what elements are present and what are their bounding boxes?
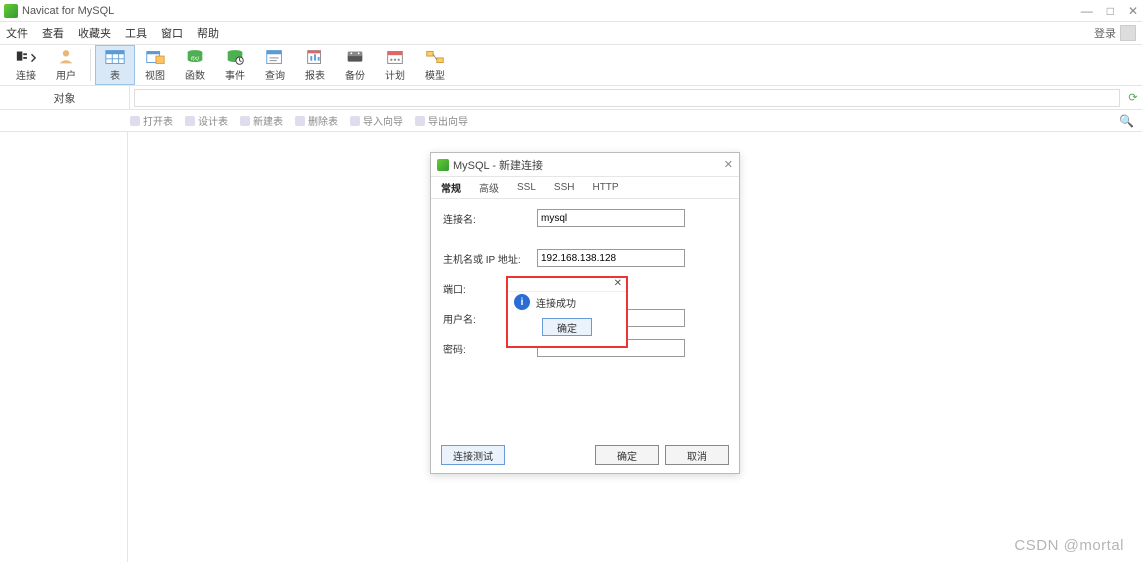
object-bar: 对象 ⟳	[0, 86, 1142, 110]
toolbar-schedule[interactable]: 计划	[375, 45, 415, 85]
toolbar-function[interactable]: f(x) 函数	[175, 45, 215, 85]
dialog-footer: 连接测试 确定 取消	[431, 443, 739, 467]
test-connection-button[interactable]: 连接测试	[441, 445, 505, 465]
menu-view[interactable]: 查看	[42, 25, 64, 41]
table-icon	[104, 48, 126, 66]
schedule-icon	[384, 48, 406, 66]
toolbar-query[interactable]: 查询	[255, 45, 295, 85]
query-icon	[264, 48, 286, 66]
event-icon	[224, 48, 246, 66]
menu-window[interactable]: 窗口	[161, 25, 183, 41]
plug-icon	[15, 48, 37, 66]
search-icon[interactable]: 🔍	[1119, 114, 1134, 128]
message-ok-button[interactable]: 确定	[542, 318, 592, 336]
refresh-icon[interactable]: ⟳	[1124, 91, 1142, 104]
info-icon: i	[514, 294, 530, 310]
tab-advanced[interactable]: 高级	[475, 178, 503, 197]
toolbar-model[interactable]: 模型	[415, 45, 455, 85]
dialog-title: MySQL - 新建连接	[453, 157, 724, 173]
window-close-button[interactable]: ✕	[1128, 4, 1138, 18]
object-tab[interactable]: 对象	[0, 86, 130, 109]
toolbar-event[interactable]: 事件	[215, 45, 255, 85]
tab-http[interactable]: HTTP	[588, 180, 622, 195]
toolbar-separator	[90, 49, 91, 81]
avatar-icon	[1120, 25, 1136, 41]
menu-file[interactable]: 文件	[6, 25, 28, 41]
menu-help[interactable]: 帮助	[197, 25, 219, 41]
model-icon	[424, 48, 446, 66]
connection-tree[interactable]	[0, 132, 128, 562]
tab-ssl[interactable]: SSL	[513, 180, 540, 195]
login-button[interactable]: 登录	[1094, 25, 1136, 41]
dialog-close-button[interactable]: ✕	[724, 158, 733, 171]
report-icon	[304, 48, 326, 66]
backup-icon	[344, 48, 366, 66]
action-open-table[interactable]: 打开表	[130, 113, 173, 128]
svg-text:f(x): f(x)	[191, 56, 199, 62]
user-icon	[55, 48, 77, 66]
action-export-wizard[interactable]: 导出向导	[415, 113, 468, 128]
action-import-wizard[interactable]: 导入向导	[350, 113, 403, 128]
menu-tools[interactable]: 工具	[125, 25, 147, 41]
window-title: Navicat for MySQL	[22, 5, 1081, 17]
watermark: CSDN @mortal	[1014, 537, 1124, 554]
toolbar-report[interactable]: 报表	[295, 45, 335, 85]
label-host: 主机名或 IP 地址:	[443, 251, 537, 266]
message-box: ✕ i 连接成功 确定	[506, 276, 628, 348]
cancel-button[interactable]: 取消	[665, 445, 729, 465]
toolbar-table[interactable]: 表	[95, 45, 135, 85]
toolbar: 连接 用户 表 视图 f(x) 函数 事件 查询 报表 备份 计划 模型	[0, 44, 1142, 86]
window-minimize-button[interactable]: —	[1081, 4, 1093, 18]
app-logo-icon	[4, 4, 18, 18]
dialog-tabs: 常规 高级 SSL SSH HTTP	[431, 177, 739, 199]
action-bar: 打开表 设计表 新建表 删除表 导入向导 导出向导 🔍	[0, 110, 1142, 132]
title-bar: Navicat for MySQL — □ ✕	[0, 0, 1142, 22]
menu-bar: 文件 查看 收藏夹 工具 窗口 帮助 登录	[0, 22, 1142, 44]
function-icon: f(x)	[184, 48, 206, 66]
ok-button[interactable]: 确定	[595, 445, 659, 465]
content-area: MySQL - 新建连接 ✕ 常规 高级 SSL SSH HTTP 连接名: 主…	[128, 132, 1142, 562]
action-delete-table[interactable]: 删除表	[295, 113, 338, 128]
action-design-table[interactable]: 设计表	[185, 113, 228, 128]
message-text: 连接成功	[536, 295, 576, 310]
app-logo-icon	[437, 159, 449, 171]
toolbar-connect[interactable]: 连接	[6, 45, 46, 85]
tab-general[interactable]: 常规	[437, 178, 465, 197]
menu-favorites[interactable]: 收藏夹	[78, 25, 111, 41]
toolbar-backup[interactable]: 备份	[335, 45, 375, 85]
input-connection-name[interactable]	[537, 209, 685, 227]
dialog-title-bar[interactable]: MySQL - 新建连接 ✕	[431, 153, 739, 177]
object-search-input[interactable]	[134, 89, 1120, 107]
action-new-table[interactable]: 新建表	[240, 113, 283, 128]
tab-ssh[interactable]: SSH	[550, 180, 579, 195]
message-close-button[interactable]: ✕	[614, 278, 622, 291]
input-host[interactable]	[537, 249, 685, 267]
view-icon	[144, 48, 166, 66]
label-connection-name: 连接名:	[443, 211, 537, 226]
login-label: 登录	[1094, 25, 1116, 41]
toolbar-view[interactable]: 视图	[135, 45, 175, 85]
window-maximize-button[interactable]: □	[1107, 4, 1114, 18]
toolbar-user[interactable]: 用户	[46, 45, 86, 85]
main-area: MySQL - 新建连接 ✕ 常规 高级 SSL SSH HTTP 连接名: 主…	[0, 132, 1142, 562]
